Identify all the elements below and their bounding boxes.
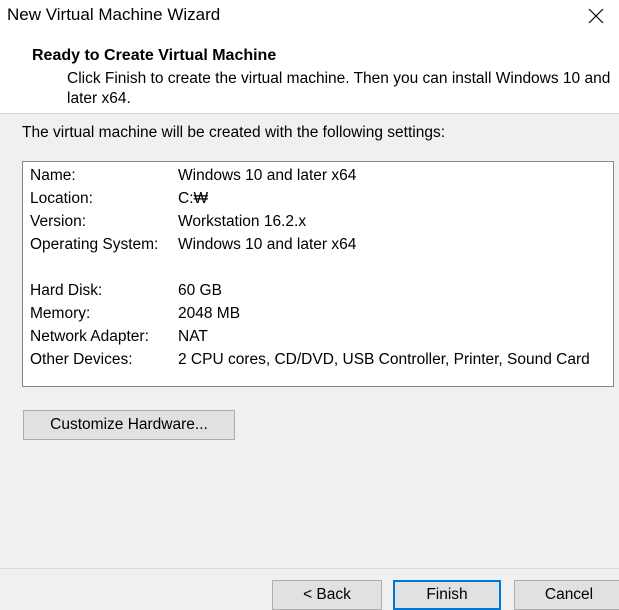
setting-label: Other Devices:: [30, 351, 133, 368]
setting-value: Workstation 16.2.x: [178, 213, 307, 230]
wizard-header: Ready to Create Virtual Machine Click Fi…: [0, 32, 619, 114]
title-bar: New Virtual Machine Wizard: [0, 0, 619, 32]
back-button[interactable]: < Back: [272, 580, 382, 610]
window-title: New Virtual Machine Wizard: [7, 5, 221, 24]
settings-summary: Name: Windows 10 and later x64 Location:…: [22, 161, 614, 387]
setting-value: 60 GB: [178, 282, 222, 299]
setting-value: C:₩: [178, 190, 209, 207]
wizard-window: New Virtual Machine Wizard Ready to Crea…: [0, 0, 619, 610]
close-button[interactable]: [573, 0, 619, 32]
setting-label: Name:: [30, 167, 76, 184]
setting-value: Windows 10 and later x64: [178, 167, 357, 184]
setting-value: 2048 MB: [178, 305, 241, 322]
footer-divider: [0, 568, 619, 569]
intro-text: The virtual machine will be created with…: [22, 124, 446, 141]
setting-label: Location:: [30, 190, 93, 207]
setting-label: Memory:: [30, 305, 91, 322]
cancel-button[interactable]: Cancel: [514, 580, 619, 610]
setting-value: Windows 10 and later x64: [178, 236, 357, 253]
setting-label: Version:: [30, 213, 87, 230]
customize-hardware-button[interactable]: Customize Hardware...: [23, 410, 235, 440]
close-icon: [588, 8, 604, 24]
finish-button[interactable]: Finish: [393, 580, 501, 610]
setting-label: Network Adapter:: [30, 328, 149, 345]
page-description: Click Finish to create the virtual machi…: [67, 70, 611, 107]
setting-value: 2 CPU cores, CD/DVD, USB Controller, Pri…: [178, 351, 590, 368]
setting-value: NAT: [178, 328, 208, 345]
page-title: Ready to Create Virtual Machine: [32, 47, 277, 64]
setting-label: Operating System:: [30, 236, 159, 253]
setting-label: Hard Disk:: [30, 282, 103, 299]
